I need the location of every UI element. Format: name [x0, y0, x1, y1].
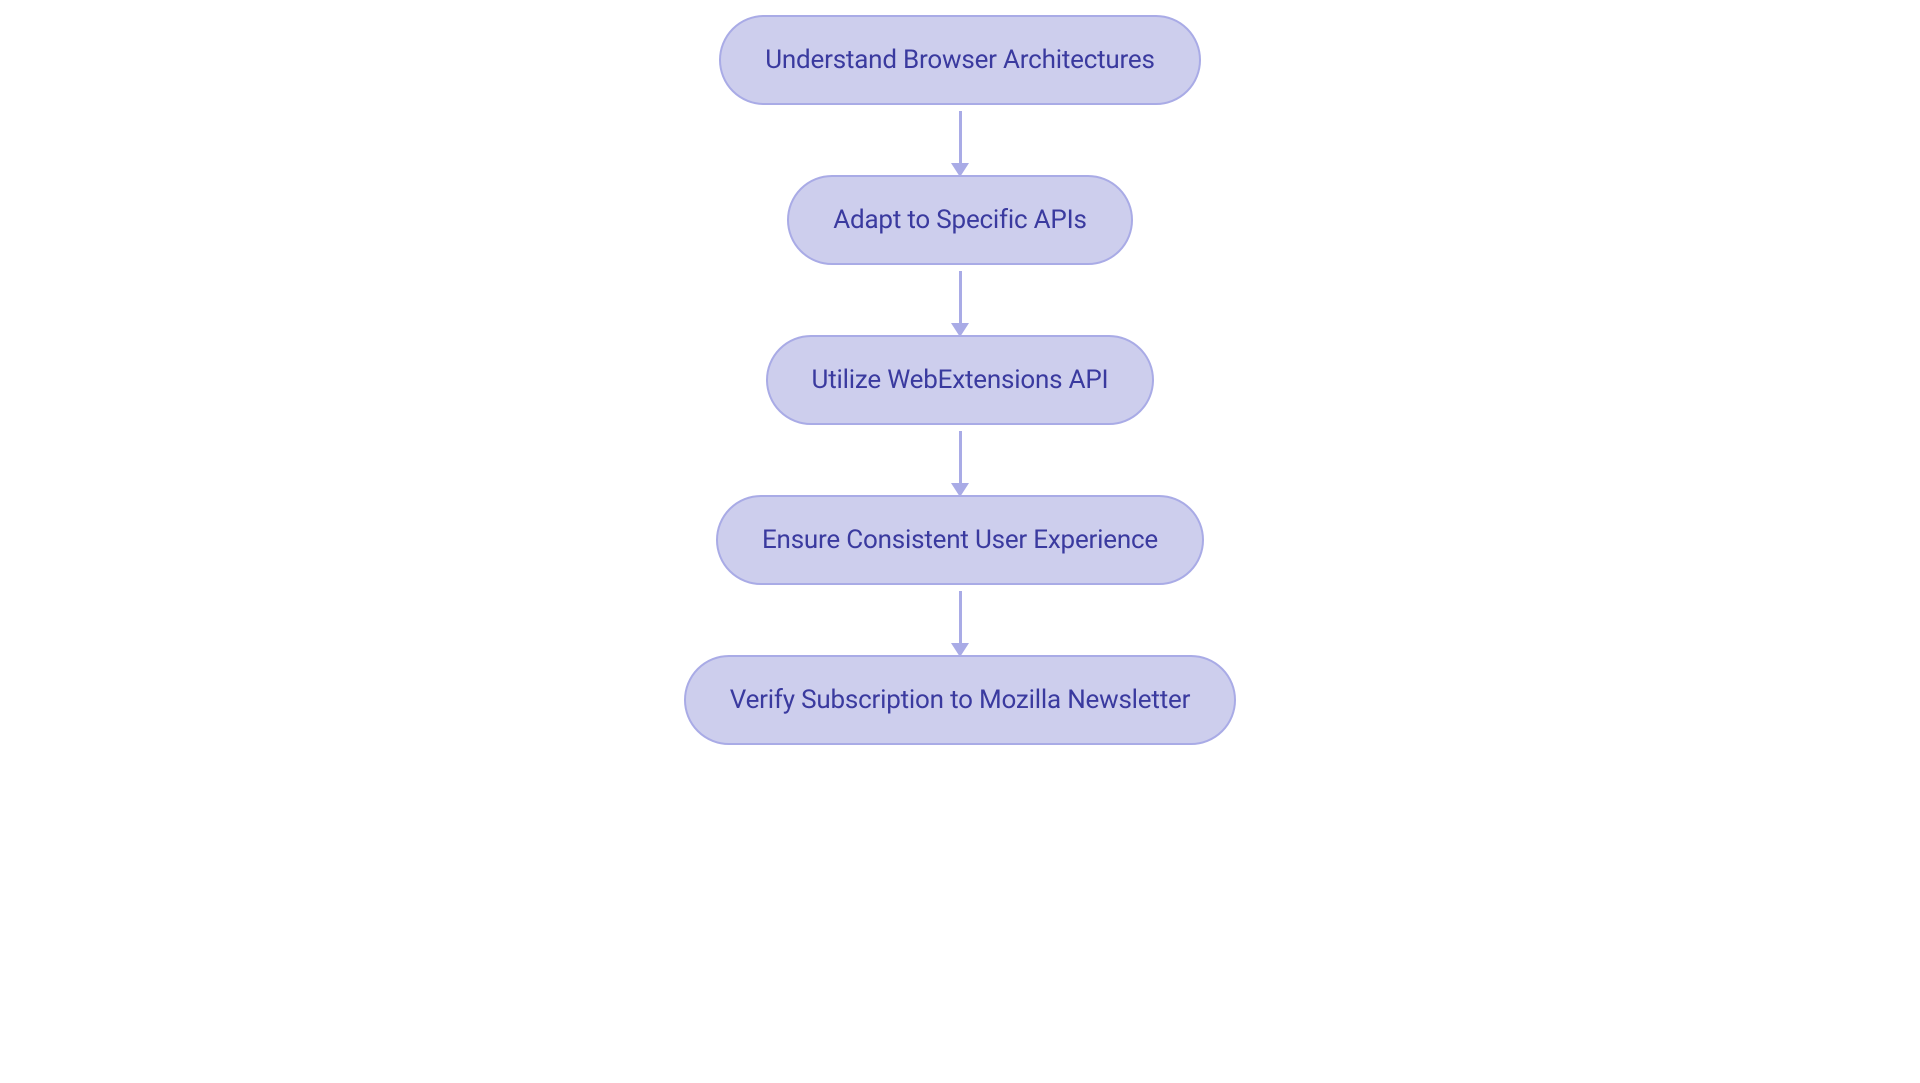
flowchart-node-2: Adapt to Specific APIs: [787, 175, 1132, 265]
flowchart-arrow: [959, 425, 962, 495]
flowchart-node-4: Ensure Consistent User Experience: [716, 495, 1204, 585]
arrow-head-icon: [951, 323, 969, 337]
flowchart-arrow: [959, 105, 962, 175]
arrow-line-icon: [959, 271, 962, 329]
arrow-line-icon: [959, 591, 962, 649]
node-label: Verify Subscription to Mozilla Newslette…: [730, 685, 1190, 715]
flowchart-container: Understand Browser Architectures Adapt t…: [710, 15, 1210, 745]
flowchart-node-5: Verify Subscription to Mozilla Newslette…: [684, 655, 1236, 745]
arrow-head-icon: [951, 643, 969, 657]
arrow-head-icon: [951, 483, 969, 497]
flowchart-node-1: Understand Browser Architectures: [719, 15, 1201, 105]
flowchart-arrow: [959, 265, 962, 335]
node-label: Adapt to Specific APIs: [833, 205, 1086, 235]
flowchart-arrow: [959, 585, 962, 655]
node-label: Ensure Consistent User Experience: [762, 525, 1158, 555]
node-label: Understand Browser Architectures: [765, 45, 1155, 75]
arrow-line-icon: [959, 431, 962, 489]
arrow-head-icon: [951, 163, 969, 177]
flowchart-node-3: Utilize WebExtensions API: [766, 335, 1155, 425]
arrow-line-icon: [959, 111, 962, 169]
node-label: Utilize WebExtensions API: [812, 365, 1109, 395]
